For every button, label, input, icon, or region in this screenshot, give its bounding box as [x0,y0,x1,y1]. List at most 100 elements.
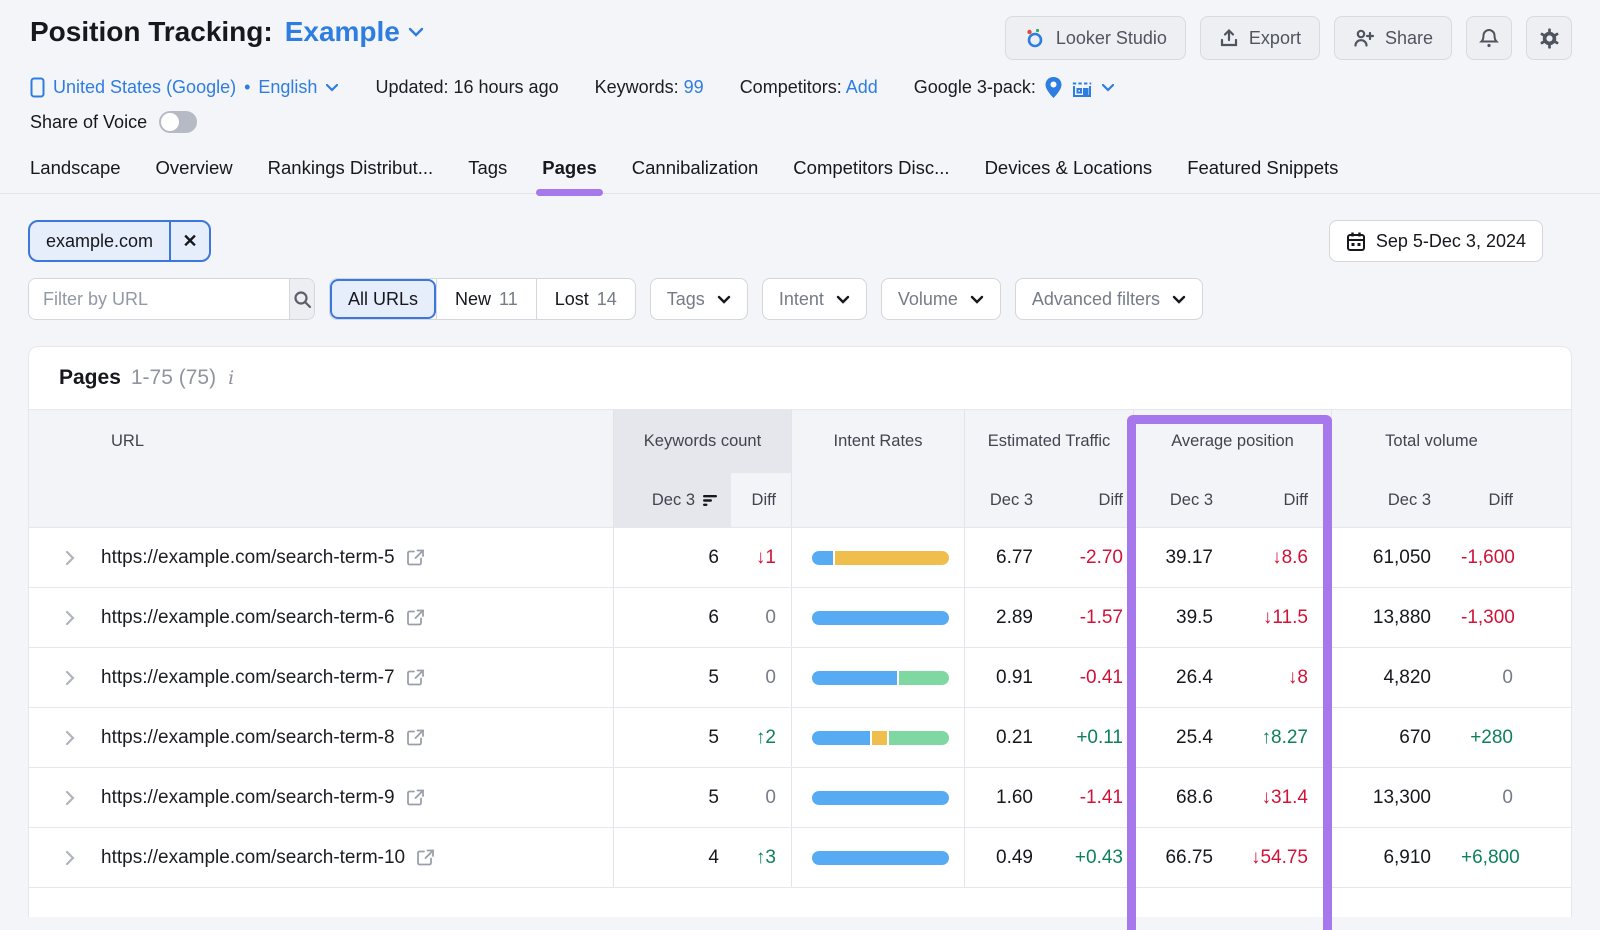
search-icon [293,290,312,309]
settings-button[interactable] [1526,16,1572,60]
tab-tags[interactable]: Tags [468,157,507,193]
search-button[interactable] [289,279,314,319]
total-volume-value: 13,880 [1331,588,1461,647]
top-bar: Position Tracking: Example Looker Studio… [0,0,1600,60]
url-filter-input[interactable] [29,279,289,319]
table-row[interactable]: https://example.com/search-term-6 6 0 2.… [29,587,1571,647]
column-header-estimated-traffic[interactable]: Estimated Traffic [964,410,1133,473]
keywords-value-link[interactable]: 99 [684,77,704,97]
average-position-value: 39.5 [1133,588,1243,647]
export-button[interactable]: Export [1200,16,1320,60]
volume-dropdown[interactable]: Volume [881,278,1001,320]
external-link-icon[interactable] [407,609,424,626]
tags-dropdown-label: Tags [667,289,705,310]
close-icon[interactable]: ✕ [169,222,209,260]
table-sub-header: Dec 3 Diff Dec 3 Diff Dec 3 Diff Dec 3 D… [29,473,1571,527]
tab-landscape[interactable]: Landscape [30,157,121,193]
external-link-icon[interactable] [407,669,424,686]
tab-rankings-distribution[interactable]: Rankings Distribut... [268,157,434,193]
table-row[interactable]: https://example.com/search-term-10 4 ↑3 … [29,827,1571,887]
tab-overview[interactable]: Overview [156,157,233,193]
estimated-traffic-diff: -1.41 [1069,768,1133,827]
chevron-right-icon[interactable] [65,670,75,686]
tags-dropdown[interactable]: Tags [650,278,748,320]
external-link-icon[interactable] [407,789,424,806]
chevron-right-icon[interactable] [65,610,75,626]
table-row[interactable]: https://example.com/search-term-9 5 0 1.… [29,767,1571,827]
table-row[interactable]: https://example.com/search-term-8 5 ↑2 0… [29,707,1571,767]
subheader-tv-diff[interactable]: Diff [1461,473,1571,527]
estimated-traffic-diff: +0.11 [1069,708,1133,767]
average-position-value: 26.4 [1133,648,1243,707]
total-volume-diff: 0 [1461,648,1571,707]
table-row[interactable]: https://example.com/search-term-5 6 ↓1 6… [29,527,1571,587]
subheader-ap-dec3[interactable]: Dec 3 [1133,473,1243,527]
subheader-et-diff[interactable]: Diff [1069,473,1133,527]
keywords-count-value: 6 [613,528,731,587]
total-volume-diff: 0 [1461,768,1571,827]
column-header-url[interactable]: URL [29,410,613,473]
estimated-traffic-value: 0.49 [964,828,1069,887]
column-header-keywords-count[interactable]: Keywords count [613,410,791,473]
external-link-icon[interactable] [417,849,434,866]
intent-rates-bar [812,791,949,805]
column-header-total-volume[interactable]: Total volume [1331,410,1571,473]
subheader-kc-dec3[interactable]: Dec 3 [613,473,731,527]
tab-competitors-discovery[interactable]: Competitors Disc... [793,157,949,193]
looker-studio-button[interactable]: Looker Studio [1005,16,1186,60]
new-label: New [455,289,491,310]
chevron-right-icon[interactable] [65,550,75,566]
project-selector[interactable]: Example [285,16,424,48]
url-text: https://example.com/search-term-10 [101,847,405,869]
external-link-icon[interactable] [407,729,424,746]
map-pin-icon[interactable] [1044,76,1063,99]
url-filter [28,278,315,320]
url-text: https://example.com/search-term-8 [101,727,395,749]
share-button[interactable]: Share [1334,16,1452,60]
date-range-picker[interactable]: Sep 5-Dec 3, 2024 [1329,220,1543,262]
segment-lost[interactable]: Lost 14 [536,279,635,319]
tab-cannibalization[interactable]: Cannibalization [632,157,759,193]
average-position-value: 68.6 [1133,768,1243,827]
notifications-button[interactable] [1466,16,1512,60]
subheader-kc-diff[interactable]: Diff [731,473,791,527]
location-language-selector[interactable]: United States (Google) • English [30,77,339,98]
column-header-average-position[interactable]: Average position [1133,410,1331,473]
subheader-et-dec3[interactable]: Dec 3 [964,473,1069,527]
intent-dropdown[interactable]: Intent [762,278,867,320]
external-link-icon[interactable] [407,549,424,566]
share-of-voice-toggle[interactable] [159,111,197,133]
looker-studio-icon [1024,27,1046,49]
share-label: Share [1385,28,1433,49]
subheader-ap-diff[interactable]: Diff [1243,473,1331,527]
advanced-filters-dropdown[interactable]: Advanced filters [1015,278,1203,320]
intent-rates-bar [812,671,949,685]
subheader-tv-dec3[interactable]: Dec 3 [1331,473,1461,527]
chevron-right-icon[interactable] [65,730,75,746]
url-state-segmented-control: All URLs New 11 Lost 14 [329,278,636,320]
chevron-down-icon [970,295,984,304]
chevron-down-icon [717,295,731,304]
average-position-value: 39.17 [1133,528,1243,587]
table-row[interactable]: https://example.com/search-term-7 5 0 0.… [29,647,1571,707]
segment-new[interactable]: New 11 [436,279,536,319]
total-volume-value: 4,820 [1331,648,1461,707]
segment-all-urls[interactable]: All URLs [330,279,436,319]
intent-rates-bar [812,731,949,745]
chevron-right-icon[interactable] [65,790,75,806]
chevron-right-icon[interactable] [65,850,75,866]
keywords-count-value: 5 [613,648,731,707]
local-pack-icon[interactable] [1071,78,1093,98]
column-header-intent-rates[interactable]: Intent Rates [791,410,964,473]
tab-devices-locations[interactable]: Devices & Locations [985,157,1153,193]
tab-featured-snippets[interactable]: Featured Snippets [1187,157,1338,193]
separator-dot: • [244,77,250,98]
chevron-down-icon[interactable] [1101,83,1115,92]
dec3-label: Dec 3 [652,491,695,510]
tab-pages[interactable]: Pages [542,157,597,193]
competitors-add-link[interactable]: Add [846,77,878,97]
url-text: https://example.com/search-term-7 [101,667,395,689]
info-icon[interactable]: i [226,367,234,389]
estimated-traffic-value: 1.60 [964,768,1069,827]
domain-filter-chip[interactable]: example.com ✕ [28,220,211,262]
